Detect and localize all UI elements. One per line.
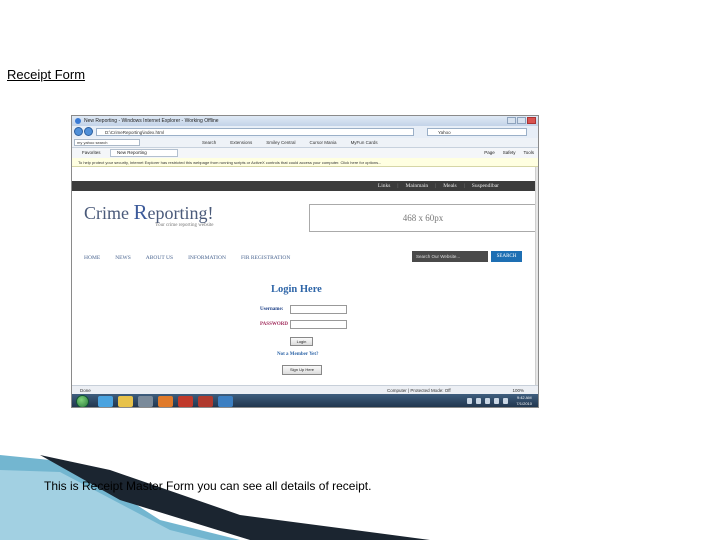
close-button[interactable] [527, 117, 536, 124]
top-link[interactable]: Mainmain [406, 181, 429, 191]
menu-item-information[interactable]: INFORMATION [188, 255, 226, 261]
browser-tab[interactable]: New Reporting [110, 149, 178, 157]
logo-rest: eporting! [147, 203, 214, 223]
top-links: Links | Mainmain | Meals | Suspendlbar [378, 181, 499, 191]
separator: | [397, 183, 399, 189]
browser-screenshot: New Reporting - Windows Internet Explore… [71, 115, 539, 408]
page-menu[interactable]: Page [484, 148, 495, 158]
ad-banner: 468 x 60px [309, 204, 537, 232]
browser-titlebar: New Reporting - Windows Internet Explore… [72, 116, 538, 126]
minimize-button[interactable] [507, 117, 516, 124]
tray-icon[interactable] [494, 398, 499, 404]
ie-taskbar-icon[interactable] [98, 396, 113, 407]
taskbar-clock[interactable]: 9:42 AM 7/1/2010 [516, 395, 532, 407]
favorites-bar: Favorites New Reporting Page Safety Tool… [72, 148, 538, 158]
sign-up-button[interactable]: Sign Up Here [282, 365, 322, 375]
media-taskbar-icon[interactable] [138, 396, 153, 407]
site-search-input[interactable]: Search Our Website... [412, 251, 488, 262]
toolbar-item[interactable]: Search [202, 138, 216, 148]
top-link[interactable]: Links [378, 181, 391, 191]
site-logo[interactable]: Crime Reporting! [84, 200, 214, 225]
acrobat-taskbar-icon[interactable] [198, 396, 213, 407]
top-link[interactable]: Meals [443, 181, 456, 191]
username-input[interactable] [290, 305, 347, 314]
not-a-member-link[interactable]: Not a Member Yet? [277, 352, 319, 357]
tray-icon[interactable] [485, 398, 490, 404]
toolbar-items: Search Extensions Smiley Central Cursor … [202, 138, 378, 148]
separator: | [463, 183, 465, 189]
favorites-button[interactable]: Favorites [82, 148, 101, 158]
security-info-bar[interactable]: To help protect your security, Internet … [72, 158, 538, 167]
vertical-scrollbar[interactable] [535, 167, 538, 385]
teal-swoosh [0, 455, 240, 540]
forward-button[interactable] [84, 127, 93, 136]
username-label: Username: [260, 307, 284, 312]
tray-icon[interactable] [503, 398, 508, 404]
top-link-strip: Links | Mainmain | Meals | Suspendlbar [72, 181, 535, 191]
web-page: Links | Mainmain | Meals | Suspendlbar C… [72, 167, 537, 385]
start-button[interactable] [76, 395, 89, 407]
toolbar-item[interactable]: MyFun Cards [351, 138, 378, 148]
folder-taskbar-icon[interactable] [118, 396, 133, 407]
browser-search-field[interactable]: Yahoo [427, 128, 527, 136]
site-tagline: Your crime reporting website [155, 223, 214, 228]
login-title: Login Here [271, 284, 322, 295]
windows-taskbar: 9:42 AM 7/1/2010 [72, 394, 538, 407]
password-label: PASSWORD [260, 322, 288, 327]
slide-title: Receipt Form [7, 67, 86, 82]
explorer-taskbar-icon[interactable] [218, 396, 233, 407]
maximize-button[interactable] [517, 117, 526, 124]
system-tray [467, 398, 508, 404]
window-title: New Reporting - Windows Internet Explore… [84, 118, 219, 124]
password-input[interactable] [290, 320, 347, 329]
address-bar-row: D:\CrimeReporting\index.html Yahoo [72, 126, 538, 138]
tray-icon[interactable] [467, 398, 472, 404]
top-link[interactable]: Suspendlbar [472, 181, 499, 191]
firefox-taskbar-icon[interactable] [158, 396, 173, 407]
tools-menu[interactable]: Tools [523, 148, 534, 158]
slide-caption: This is Receipt Master Form you can see … [44, 479, 372, 493]
window-controls [507, 117, 536, 124]
ie-icon [75, 118, 81, 124]
tray-icon[interactable] [476, 398, 481, 404]
separator: | [435, 183, 437, 189]
address-field[interactable]: D:\CrimeReporting\index.html [96, 128, 414, 136]
clock-date: 7/1/2010 [516, 401, 532, 406]
command-bar: Page Safety Tools [484, 148, 534, 158]
toolbar-item[interactable]: Extensions [230, 138, 252, 148]
yahoo-toolbar: my yahoo search Search Extensions Smiley… [72, 138, 538, 148]
menu-item-fir-registration[interactable]: FIR REGISTRATION [241, 255, 290, 261]
status-bar: Done Computer | Protected Mode: Off 100% [72, 385, 538, 394]
toolbar-item[interactable]: Cursor Mania [310, 138, 337, 148]
menu-item-news[interactable]: NEWS [115, 255, 131, 261]
app-taskbar-icon[interactable] [178, 396, 193, 407]
slide: Receipt Form New Reporting - Windows Int… [0, 0, 720, 540]
logo-r: R [133, 200, 148, 224]
dark-swoosh [40, 455, 430, 540]
back-button[interactable] [74, 127, 83, 136]
site-search-button[interactable]: SEARCH [491, 251, 522, 262]
toolbar-item[interactable]: Smiley Central [266, 138, 295, 148]
toolbar-search-field[interactable]: my yahoo search [74, 139, 140, 146]
safety-menu[interactable]: Safety [503, 148, 516, 158]
menu-item-home[interactable]: HOME [84, 255, 100, 261]
login-button[interactable]: Login [290, 337, 313, 346]
logo-prefix: Crime [84, 203, 134, 223]
main-menu: HOME NEWS ABOUT US INFORMATION FIR REGIS… [84, 255, 290, 261]
menu-item-about-us[interactable]: ABOUT US [146, 255, 173, 261]
